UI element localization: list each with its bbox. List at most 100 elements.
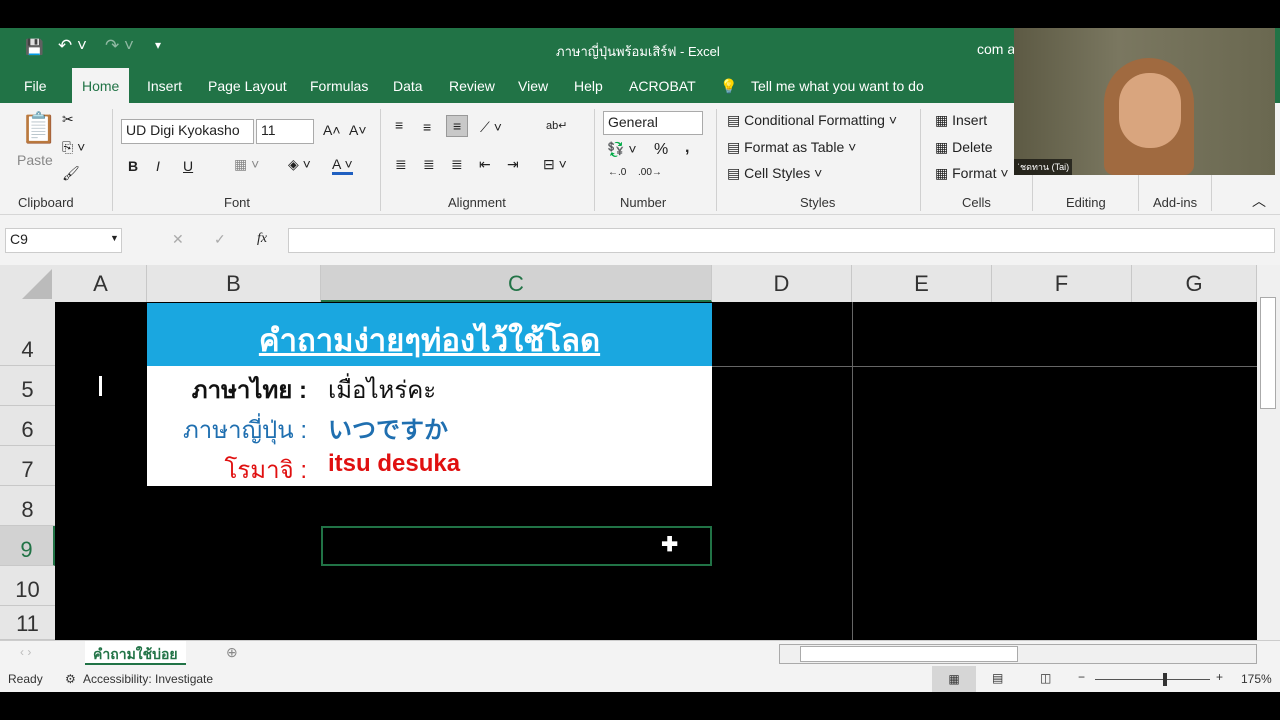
romaji-value: itsu desuka	[328, 450, 461, 477]
row-header-6[interactable]: 6	[0, 406, 55, 446]
formula-input[interactable]	[288, 228, 1275, 253]
sheet-nav-arrows-icon[interactable]: ‹ ›	[20, 645, 31, 659]
align-top-icon[interactable]: ≡	[395, 117, 403, 133]
tab-review[interactable]: Review	[449, 78, 495, 94]
italic-button[interactable]: I	[156, 158, 160, 174]
column-header-g[interactable]: G	[1132, 265, 1257, 302]
cut-icon[interactable]: ✂	[62, 111, 74, 128]
zoom-out-button[interactable]: −	[1078, 670, 1085, 684]
sheet-title-cell[interactable]: คำถามง่ายๆท่องไว้ใช้โลด	[147, 303, 712, 366]
comma-style-button[interactable]: ,	[685, 139, 689, 157]
save-icon[interactable]: 💾	[25, 38, 44, 56]
column-header-d[interactable]: D	[712, 265, 852, 302]
page-layout-view-icon[interactable]: ▤	[992, 671, 1003, 685]
column-header-f[interactable]: F	[992, 265, 1132, 302]
zoom-slider[interactable]	[1095, 679, 1210, 680]
bold-button[interactable]: B	[128, 158, 138, 174]
name-box[interactable]: C9	[5, 228, 122, 253]
wrap-text-icon[interactable]: ab↵	[546, 119, 567, 132]
conditional-formatting-label: Conditional Formatting	[744, 112, 885, 128]
tab-help[interactable]: Help	[574, 78, 603, 94]
tab-view[interactable]: View	[518, 78, 548, 94]
font-color-icon[interactable]: A ˅	[332, 156, 353, 175]
tab-acrobat[interactable]: ACROBAT	[629, 78, 696, 94]
zoom-slider-thumb[interactable]	[1163, 673, 1167, 686]
zoom-level[interactable]: 175%	[1241, 672, 1272, 686]
align-middle-icon[interactable]: ≡	[423, 119, 431, 135]
sheet-tab-active[interactable]: คำถามใช้บ่อย	[85, 641, 186, 665]
decrease-font-icon[interactable]: A˅	[349, 122, 367, 138]
align-left-icon[interactable]: ≣	[395, 156, 407, 173]
normal-view-icon[interactable]: ▦	[932, 666, 976, 692]
percent-style-button[interactable]: %	[654, 141, 668, 159]
row-header-8[interactable]: 8	[0, 486, 55, 526]
column-header-c[interactable]: C	[321, 265, 712, 302]
column-header-a[interactable]: A	[55, 265, 147, 302]
undo-icon[interactable]: ↶ ˅	[58, 36, 87, 56]
format-painter-icon[interactable]: 🖌	[62, 165, 80, 182]
orientation-icon[interactable]: ⟋ ˅	[480, 119, 502, 136]
format-as-table-button[interactable]: ▤ Format as Table ˅	[727, 139, 856, 156]
vertical-scroll-thumb[interactable]	[1260, 297, 1276, 409]
tell-me-search[interactable]: Tell me what you want to do	[751, 78, 924, 94]
select-all-corner[interactable]	[0, 265, 55, 302]
horizontal-scrollbar[interactable]	[779, 644, 1257, 664]
row-header-7[interactable]: 7	[0, 446, 55, 486]
insert-cells-button[interactable]: ▦ Insert	[935, 112, 987, 129]
horizontal-scroll-thumb[interactable]	[800, 646, 1018, 662]
copy-icon[interactable]: ⎘ ˅	[62, 139, 85, 156]
align-bottom-icon[interactable]: ≡	[446, 115, 469, 137]
decrease-indent-icon[interactable]: ⇤	[479, 156, 491, 173]
increase-font-icon[interactable]: A˄	[323, 122, 341, 138]
decrease-decimal-icon[interactable]: .00→	[638, 167, 662, 178]
page-break-view-icon[interactable]: ◫	[1040, 671, 1051, 685]
align-right-icon[interactable]: ≣	[451, 156, 463, 173]
font-size-select[interactable]: 11	[256, 119, 314, 144]
enter-icon[interactable]: ✓	[214, 231, 226, 248]
paste-button[interactable]: Paste	[17, 152, 53, 168]
tab-home[interactable]: Home	[72, 68, 130, 103]
name-box-dropdown-icon[interactable]: ▼	[110, 233, 119, 243]
tab-data[interactable]: Data	[393, 78, 423, 94]
customize-qat-icon[interactable]: ▾	[155, 38, 161, 52]
selected-cell-c9[interactable]: ✚	[321, 526, 712, 566]
row-header-11[interactable]: 11	[0, 606, 55, 640]
zoom-in-button[interactable]: +	[1216, 670, 1223, 684]
column-header-b[interactable]: B	[147, 265, 321, 302]
collapse-ribbon-icon[interactable]: ︿	[1252, 191, 1266, 211]
font-name-select[interactable]: UD Digi Kyokasho	[121, 119, 254, 144]
accessibility-status[interactable]: Accessibility: Investigate	[83, 672, 213, 686]
number-format-select[interactable]: General	[603, 111, 703, 135]
thai-label: ภาษาไทย :	[191, 377, 307, 404]
tab-page-layout[interactable]: Page Layout	[208, 78, 287, 94]
row-header-10[interactable]: 10	[0, 566, 55, 606]
cell-styles-label: Cell Styles	[744, 165, 811, 181]
new-sheet-icon[interactable]: ⊕	[226, 644, 238, 661]
accounting-format-icon[interactable]: 💱 ˅	[607, 141, 637, 158]
insert-function-button[interactable]: fx	[257, 231, 267, 247]
column-header-e[interactable]: E	[852, 265, 992, 302]
format-cells-button[interactable]: ▦ Format ˅	[935, 165, 1009, 182]
paste-icon[interactable]: 📋	[20, 111, 57, 146]
tab-insert[interactable]: Insert	[147, 78, 182, 94]
row-header-4[interactable]: 4	[0, 302, 55, 366]
row-header-5[interactable]: 5	[0, 366, 55, 406]
increase-indent-icon[interactable]: ⇥	[507, 156, 519, 173]
increase-decimal-icon[interactable]: ←.0	[608, 167, 626, 178]
borders-icon[interactable]: ▦ ˅	[234, 156, 259, 173]
row-header-9[interactable]: 9	[0, 526, 55, 566]
tab-formulas[interactable]: Formulas	[310, 78, 368, 94]
delete-cells-button[interactable]: ▦ Delete	[935, 139, 993, 156]
tab-file[interactable]: File	[24, 78, 47, 94]
japanese-value: いつですか	[328, 417, 448, 444]
underline-button[interactable]: U	[183, 158, 193, 174]
conditional-formatting-button[interactable]: ▤ Conditional Formatting ˅	[727, 112, 897, 129]
merge-center-icon[interactable]: ⊟ ˅	[543, 156, 567, 173]
align-center-icon[interactable]: ≣	[423, 156, 435, 173]
redo-icon[interactable]: ↷ ˅	[105, 36, 134, 56]
fill-color-icon[interactable]: ◈ ˅	[288, 156, 311, 173]
vertical-scrollbar[interactable]	[1257, 265, 1280, 640]
cell-styles-button[interactable]: ▤ Cell Styles ˅	[727, 165, 822, 182]
cancel-icon[interactable]: ✕	[172, 231, 184, 248]
account-name[interactable]: com a	[977, 41, 1015, 57]
